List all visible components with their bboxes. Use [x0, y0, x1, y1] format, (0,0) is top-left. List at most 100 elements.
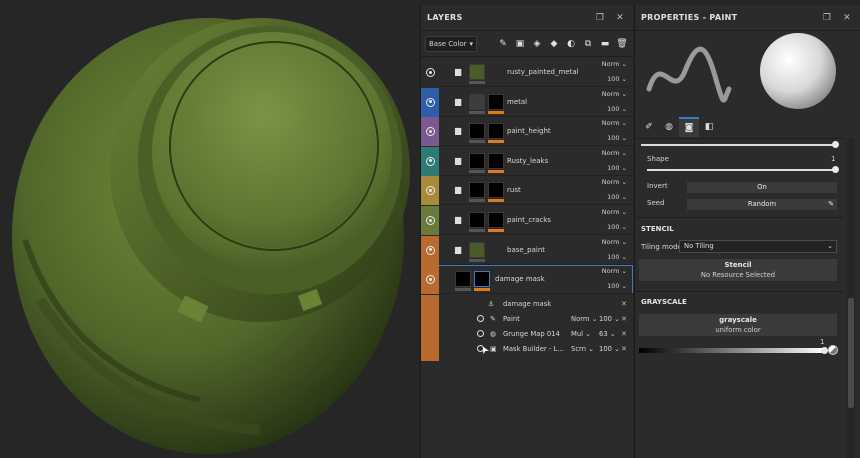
remove-effect-icon[interactable]: ✕: [621, 345, 627, 353]
invert-toggle[interactable]: On: [687, 182, 837, 193]
blend-mode-select[interactable]: Norm ⌄: [602, 149, 627, 157]
maximize-icon[interactable]: ❐: [820, 11, 834, 25]
add-layer-icon[interactable]: ◈: [530, 37, 544, 51]
delete-icon[interactable]: 🗑: [615, 37, 629, 51]
seed-field[interactable]: Random ✎: [687, 199, 837, 210]
brush-tab-icon[interactable]: ✐: [639, 117, 659, 137]
layer-row[interactable]: ▆ Rusty_leaks Norm ⌄ 100 ⌄: [421, 146, 633, 176]
close-icon[interactable]: ✕: [613, 11, 627, 25]
effect-row[interactable]: ◍ Grunge Map 014 Mul ⌄ 63 ⌄ ✕: [439, 327, 633, 342]
layer-thumbnail[interactable]: [469, 212, 485, 228]
material-tab-icon[interactable]: ◧: [699, 117, 719, 137]
properties-scrollbar[interactable]: [847, 138, 855, 458]
color-picker-icon[interactable]: [828, 345, 838, 355]
stencil-resource-slot[interactable]: Stencil No Resource Selected: [639, 259, 837, 281]
effect-opacity[interactable]: 100 ⌄: [599, 315, 620, 323]
3d-viewport[interactable]: [0, 0, 420, 458]
opacity-field[interactable]: 100 ⌄: [607, 164, 627, 172]
layer-thumbnail[interactable]: [469, 241, 485, 258]
layer-name[interactable]: rust: [507, 186, 521, 194]
scrollbar-thumb[interactable]: [848, 298, 854, 408]
add-effect-icon[interactable]: ✎: [496, 37, 510, 51]
blend-mode-select[interactable]: Norm ⌄: [602, 208, 627, 216]
layer-name[interactable]: paint_height: [507, 127, 551, 135]
layer-mask-thumbnail[interactable]: [488, 152, 504, 169]
add-paint-layer-icon[interactable]: ◐: [564, 37, 578, 51]
layer-thumbnail[interactable]: [469, 123, 485, 140]
layer-name[interactable]: rusty_painted_metal: [507, 68, 579, 76]
effect-row[interactable]: ▣ Mask Builder - L... Scrn ⌄ 100 ⌄ ✕: [439, 342, 633, 357]
visibility-toggle-icon[interactable]: [477, 314, 484, 322]
layer-name[interactable]: Rusty_leaks: [507, 157, 548, 165]
visibility-eye-icon[interactable]: [426, 156, 435, 166]
layer-row[interactable]: ▆ rust Norm ⌄ 100 ⌄: [421, 176, 633, 206]
alpha-tab-icon[interactable]: ◍: [659, 117, 679, 137]
blend-mode-select[interactable]: Norm ⌄: [602, 60, 627, 68]
blend-mode-select[interactable]: Norm ⌄: [602, 90, 627, 98]
close-icon[interactable]: ✕: [840, 11, 854, 25]
shape-slider-knob[interactable]: [832, 166, 839, 173]
opacity-field[interactable]: 100 ⌄: [607, 75, 627, 83]
remove-effect-icon[interactable]: ✕: [621, 315, 627, 323]
add-mask-icon[interactable]: ▣: [513, 37, 527, 51]
visibility-eye-icon[interactable]: [426, 216, 435, 225]
opacity-field[interactable]: 100 ⌄: [607, 223, 627, 231]
layer-name[interactable]: damage mask: [495, 275, 545, 283]
layer-thumbnail[interactable]: [469, 182, 485, 199]
layer-thumbnail[interactable]: [455, 271, 471, 288]
grayscale-slider-knob[interactable]: [821, 347, 828, 354]
opacity-field[interactable]: 100 ⌄: [607, 105, 627, 113]
layer-row[interactable]: ▆ base_paint Norm ⌄ 100 ⌄: [421, 235, 633, 265]
visibility-eye-icon[interactable]: [426, 68, 435, 77]
effect-blend[interactable]: Mul ⌄: [571, 330, 591, 338]
grayscale-gradient-slider[interactable]: [639, 348, 825, 353]
layer-row[interactable]: ▆ metal Norm ⌄ 100 ⌄: [421, 87, 633, 117]
layer-thumbnail[interactable]: [469, 93, 485, 110]
layer-row[interactable]: ▆ rusty_painted_metal Norm ⌄ 100 ⌄: [421, 58, 633, 87]
blend-mode-select[interactable]: Norm ⌄: [602, 119, 627, 127]
blend-mode-select[interactable]: Norm ⌄: [602, 178, 627, 186]
effect-opacity[interactable]: 63 ⌄: [599, 330, 616, 338]
add-folder-icon[interactable]: ▬: [598, 37, 612, 51]
tiling-mode-select[interactable]: No Tiling ⌄: [679, 240, 837, 253]
opacity-field[interactable]: 100 ⌄: [607, 282, 627, 290]
visibility-toggle-icon[interactable]: [477, 329, 484, 337]
stencil-tab-icon[interactable]: ◙: [679, 117, 699, 137]
effect-row[interactable]: ✎ Paint Norm ⌄ 100 ⌄ ✕: [439, 312, 633, 327]
visibility-eye-icon[interactable]: [426, 97, 435, 107]
layer-row[interactable]: ▆ paint_height Norm ⌄ 100 ⌄: [421, 117, 633, 147]
blend-mode-select[interactable]: Norm ⌄: [602, 267, 627, 275]
blend-mode-select[interactable]: Norm ⌄: [602, 238, 627, 246]
remove-effect-icon[interactable]: ✕: [621, 300, 627, 308]
effect-blend[interactable]: Scrn ⌄: [571, 345, 594, 353]
maximize-icon[interactable]: ❐: [593, 11, 607, 25]
top-slider-knob[interactable]: [832, 141, 839, 148]
visibility-eye-icon[interactable]: [426, 245, 435, 255]
top-slider-track[interactable]: [641, 144, 835, 146]
effect-opacity[interactable]: 100 ⌄: [599, 345, 620, 353]
add-fill-layer-icon[interactable]: ◆: [547, 37, 561, 51]
layer-mask-thumbnail[interactable]: [488, 212, 504, 228]
layer-name[interactable]: metal: [507, 98, 527, 106]
opacity-field[interactable]: 100 ⌄: [607, 193, 627, 201]
grayscale-resource-slot[interactable]: grayscale uniform color: [639, 314, 837, 336]
remove-effect-icon[interactable]: ✕: [621, 330, 627, 338]
shape-slider-track[interactable]: [647, 169, 833, 171]
layer-row[interactable]: ▆ paint_cracks Norm ⌄ 100 ⌄: [421, 206, 633, 235]
layer-thumbnail[interactable]: [469, 64, 485, 80]
opacity-field[interactable]: 100 ⌄: [607, 253, 627, 261]
pencil-icon[interactable]: ✎: [828, 199, 834, 210]
layer-mask-thumbnail[interactable]: [488, 123, 504, 140]
layer-thumbnail[interactable]: [469, 152, 485, 169]
layer-name[interactable]: paint_cracks: [507, 216, 551, 224]
effect-row[interactable]: ⚓ damage mask ✕: [439, 297, 633, 312]
effect-blend[interactable]: Norm ⌄: [571, 315, 597, 323]
channel-select[interactable]: Base Color ▾: [425, 35, 477, 52]
duplicate-icon[interactable]: ⧉: [581, 37, 595, 51]
layer-mask-thumbnail[interactable]: [488, 93, 504, 110]
opacity-field[interactable]: 100 ⌄: [607, 134, 627, 142]
layer-mask-thumbnail[interactable]: [488, 182, 504, 199]
layer-mask-thumbnail[interactable]: [474, 271, 490, 288]
layer-row[interactable]: damage mask Norm ⌄ 100 ⌄: [421, 265, 633, 295]
layer-name[interactable]: base_paint: [507, 246, 545, 254]
